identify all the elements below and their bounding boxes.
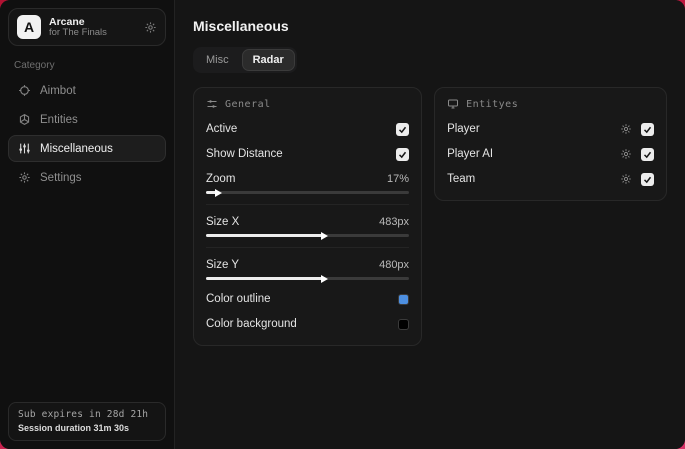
gear-icon[interactable] [620, 123, 632, 135]
sidebar: A Arcane for The Finals Category Aimbot … [0, 0, 175, 449]
sidebar-item-label: Miscellaneous [40, 142, 113, 155]
player-checkbox[interactable] [641, 122, 654, 136]
sidebar-item-label: Aimbot [40, 84, 76, 97]
zoom-label: Zoom [206, 173, 236, 185]
page-title: Miscellaneous [193, 18, 289, 34]
slider-thumb[interactable] [320, 274, 328, 283]
show-distance-checkbox[interactable] [396, 147, 410, 161]
entities-icon [18, 113, 31, 126]
monitor-icon [447, 98, 459, 110]
subscription-card: Sub expires in 28d 21h Session duration … [8, 402, 166, 441]
player-ai-checkbox[interactable] [641, 147, 654, 161]
color-outline-swatch[interactable] [398, 293, 410, 305]
color-outline-label: Color outline [206, 293, 271, 305]
team-checkbox[interactable] [641, 172, 654, 186]
show-distance-row: Show Distance [206, 145, 410, 163]
main-content: Miscellaneous Misc Radar General Active … [175, 0, 685, 449]
active-row: Active [206, 120, 410, 138]
size-y-row: Size Y 480px [206, 256, 409, 274]
size-x-label: Size X [206, 216, 240, 228]
tab-misc[interactable]: Misc [195, 49, 240, 71]
sliders-horizontal-icon [206, 98, 218, 110]
panel-title: General [225, 98, 271, 110]
show-distance-label: Show Distance [206, 148, 283, 160]
active-checkbox[interactable] [396, 122, 410, 136]
brand-title: Arcane [49, 15, 85, 28]
sidebar-item-label: Settings [40, 171, 82, 184]
size-y-slider[interactable] [206, 274, 410, 283]
gear-icon[interactable] [620, 148, 632, 160]
app-window: A Arcane for The Finals Category Aimbot … [0, 0, 685, 449]
gear-icon[interactable] [144, 21, 157, 34]
zoom-row: Zoom 17% [206, 170, 409, 188]
color-background-row: Color background [206, 315, 410, 333]
category-label: Category [14, 60, 55, 71]
panel-title: Entityes [466, 98, 519, 110]
active-label: Active [206, 123, 238, 135]
brand-card: A Arcane for The Finals [8, 8, 166, 46]
sidebar-item-miscellaneous[interactable]: Miscellaneous [8, 135, 166, 162]
player-label: Player [447, 123, 480, 135]
color-background-label: Color background [206, 318, 297, 330]
team-label: Team [447, 173, 476, 185]
size-y-value: 480px [379, 259, 410, 271]
divider [206, 247, 410, 248]
gear-icon[interactable] [620, 173, 632, 185]
app-logo: A [17, 15, 41, 39]
crosshair-icon [18, 84, 31, 97]
player-ai-row: Player AI [447, 145, 654, 163]
size-x-slider[interactable] [206, 231, 410, 240]
size-x-value: 483px [379, 216, 410, 228]
zoom-slider[interactable] [206, 188, 410, 197]
size-x-row: Size X 483px [206, 213, 409, 231]
tab-bar: Misc Radar [193, 47, 297, 73]
sidebar-item-entities[interactable]: Entities [8, 106, 166, 133]
color-background-swatch[interactable] [398, 318, 410, 330]
sliders-icon [18, 142, 31, 155]
brand-subtitle: for The Finals [49, 26, 107, 38]
player-ai-label: Player AI [447, 148, 494, 160]
sub-expiry-text: Sub expires in 28d 21h [18, 409, 149, 420]
sidebar-item-aimbot[interactable]: Aimbot [8, 77, 166, 104]
tab-radar[interactable]: Radar [241, 49, 295, 71]
gear-icon [18, 171, 31, 184]
color-outline-row: Color outline [206, 290, 410, 308]
entities-panel: Entityes Player Player AI Team [434, 87, 667, 201]
size-y-label: Size Y [206, 259, 240, 271]
sidebar-item-label: Entities [40, 113, 78, 126]
general-panel: General Active Show Distance Zoom 17% Si… [193, 87, 423, 346]
slider-thumb[interactable] [215, 188, 223, 197]
sidebar-item-settings[interactable]: Settings [8, 164, 166, 191]
team-row: Team [447, 170, 654, 188]
slider-thumb[interactable] [320, 231, 328, 240]
zoom-value: 17% [387, 173, 410, 185]
sidebar-nav: Aimbot Entities Miscellaneous Settings [8, 77, 166, 191]
session-duration-text: Session duration 31m 30s [18, 423, 130, 433]
player-row: Player [447, 120, 654, 138]
divider [206, 204, 410, 205]
